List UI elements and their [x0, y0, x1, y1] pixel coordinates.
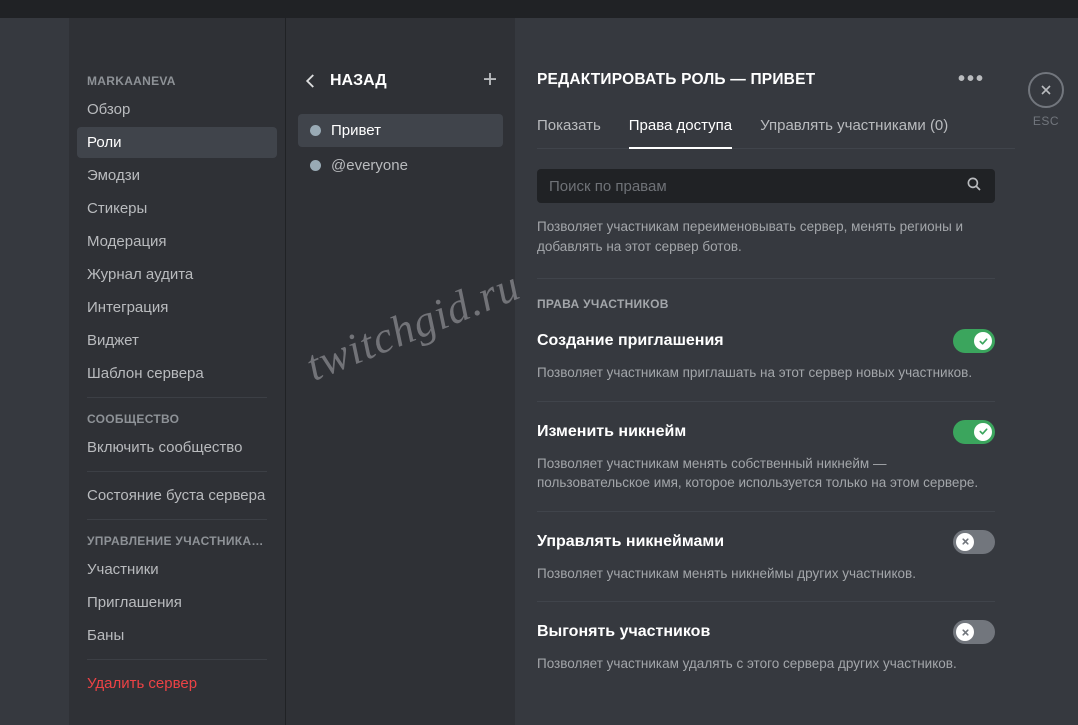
sidebar-divider — [87, 659, 267, 660]
tab-display[interactable]: Показать — [537, 117, 601, 148]
permission-title: Создание приглашения — [537, 332, 724, 350]
permission-description: Позволяет участникам менять собственный … — [537, 454, 995, 493]
permission-description: Позволяет участникам удалять с этого сер… — [537, 654, 995, 674]
sidebar-item-boost-status[interactable]: Состояние буста сервера — [77, 480, 277, 511]
more-options-button[interactable]: ••• — [958, 68, 985, 91]
window-titlebar — [0, 0, 1078, 18]
permission-title: Изменить никнейм — [537, 423, 686, 441]
gutter-right: ESC — [1015, 18, 1078, 725]
sidebar-divider — [87, 471, 267, 472]
back-label: НАЗАД — [330, 72, 387, 90]
sidebar-item-overview[interactable]: Обзор — [77, 94, 277, 125]
sidebar-item-moderation[interactable]: Модерация — [77, 226, 277, 257]
role-color-dot — [310, 125, 321, 136]
permission-create-invite: Создание приглашения Позволяет участника… — [537, 329, 995, 402]
role-item-everyone[interactable]: @everyone — [298, 149, 503, 182]
add-role-button[interactable] — [481, 68, 499, 94]
search-icon — [965, 175, 983, 197]
roles-list-column: НАЗАД Привет @everyone — [285, 18, 515, 725]
sidebar-server-name: MARKAANEVA — [77, 68, 277, 94]
sidebar-divider — [87, 519, 267, 520]
sidebar-section-community: СООБЩЕСТВО — [77, 406, 277, 432]
role-label: Привет — [331, 122, 381, 139]
page-title: РЕДАКТИРОВАТЬ РОЛЬ — ПРИВЕТ — [537, 71, 815, 89]
tab-permissions[interactable]: Права доступа — [629, 117, 732, 148]
permission-toggle[interactable] — [953, 620, 995, 644]
main-scroll[interactable]: РЕДАКТИРОВАТЬ РОЛЬ — ПРИВЕТ ••• Показать… — [537, 68, 1015, 725]
top-permission-description: Позволяет участникам переименовывать сер… — [537, 217, 995, 256]
sidebar-item-widget[interactable]: Виджет — [77, 325, 277, 356]
main-header: РЕДАКТИРОВАТЬ РОЛЬ — ПРИВЕТ ••• — [537, 68, 1015, 91]
search-input[interactable] — [549, 178, 965, 195]
toggle-knob — [974, 423, 992, 441]
sidebar-item-enable-community[interactable]: Включить сообщество — [77, 432, 277, 463]
permission-description: Позволяет участникам приглашать на этот … — [537, 363, 995, 383]
sidebar-item-template[interactable]: Шаблон сервера — [77, 358, 277, 389]
role-color-dot — [310, 160, 321, 171]
arrow-left-icon — [302, 72, 320, 90]
permission-title: Выгонять участников — [537, 623, 710, 641]
sidebar-item-roles[interactable]: Роли — [77, 127, 277, 158]
sidebar-item-bans[interactable]: Баны — [77, 620, 277, 651]
tabs: Показать Права доступа Управлять участни… — [537, 117, 1015, 149]
gutter-left — [0, 18, 69, 725]
app-root: MARKAANEVA Обзор Роли Эмодзи Стикеры Мод… — [0, 18, 1078, 725]
role-item-privet[interactable]: Привет — [298, 114, 503, 147]
permission-toggle[interactable] — [953, 329, 995, 353]
permission-change-nickname: Изменить никнейм Позволяет участникам ме… — [537, 420, 995, 512]
section-divider — [537, 278, 995, 279]
toggle-knob — [956, 533, 974, 551]
main-content: РЕДАКТИРОВАТЬ РОЛЬ — ПРИВЕТ ••• Показать… — [515, 18, 1015, 725]
permission-toggle[interactable] — [953, 530, 995, 554]
section-title-member-permissions: ПРАВА УЧАСТНИКОВ — [537, 297, 1015, 311]
permission-toggle[interactable] — [953, 420, 995, 444]
settings-sidebar: MARKAANEVA Обзор Роли Эмодзи Стикеры Мод… — [69, 18, 285, 725]
esc-label: ESC — [1033, 114, 1059, 128]
search-permissions-field[interactable] — [537, 169, 995, 203]
roles-header: НАЗАД — [298, 68, 503, 114]
permission-title: Управлять никнеймами — [537, 533, 724, 551]
permission-manage-nicknames: Управлять никнеймами Позволяет участника… — [537, 530, 995, 603]
sidebar-item-members[interactable]: Участники — [77, 554, 277, 585]
sidebar-item-invites[interactable]: Приглашения — [77, 587, 277, 618]
back-button[interactable]: НАЗАД — [302, 72, 387, 90]
close-wrap: ESC — [1028, 72, 1064, 128]
sidebar-item-emoji[interactable]: Эмодзи — [77, 160, 277, 191]
toggle-knob — [956, 623, 974, 641]
sidebar-item-audit-log[interactable]: Журнал аудита — [77, 259, 277, 290]
close-button[interactable] — [1028, 72, 1064, 108]
sidebar-section-members: УПРАВЛЕНИЕ УЧАСТНИКА… — [77, 528, 277, 554]
permission-kick-members: Выгонять участников Позволяет участникам… — [537, 620, 995, 692]
sidebar-item-delete-server[interactable]: Удалить сервер — [77, 668, 277, 699]
sidebar-item-integrations[interactable]: Интеграция — [77, 292, 277, 323]
toggle-knob — [974, 332, 992, 350]
tab-manage-members[interactable]: Управлять участниками (0) — [760, 117, 948, 148]
role-label: @everyone — [331, 157, 408, 174]
sidebar-divider — [87, 397, 267, 398]
sidebar-item-stickers[interactable]: Стикеры — [77, 193, 277, 224]
permission-description: Позволяет участникам менять никнеймы дру… — [537, 564, 995, 584]
